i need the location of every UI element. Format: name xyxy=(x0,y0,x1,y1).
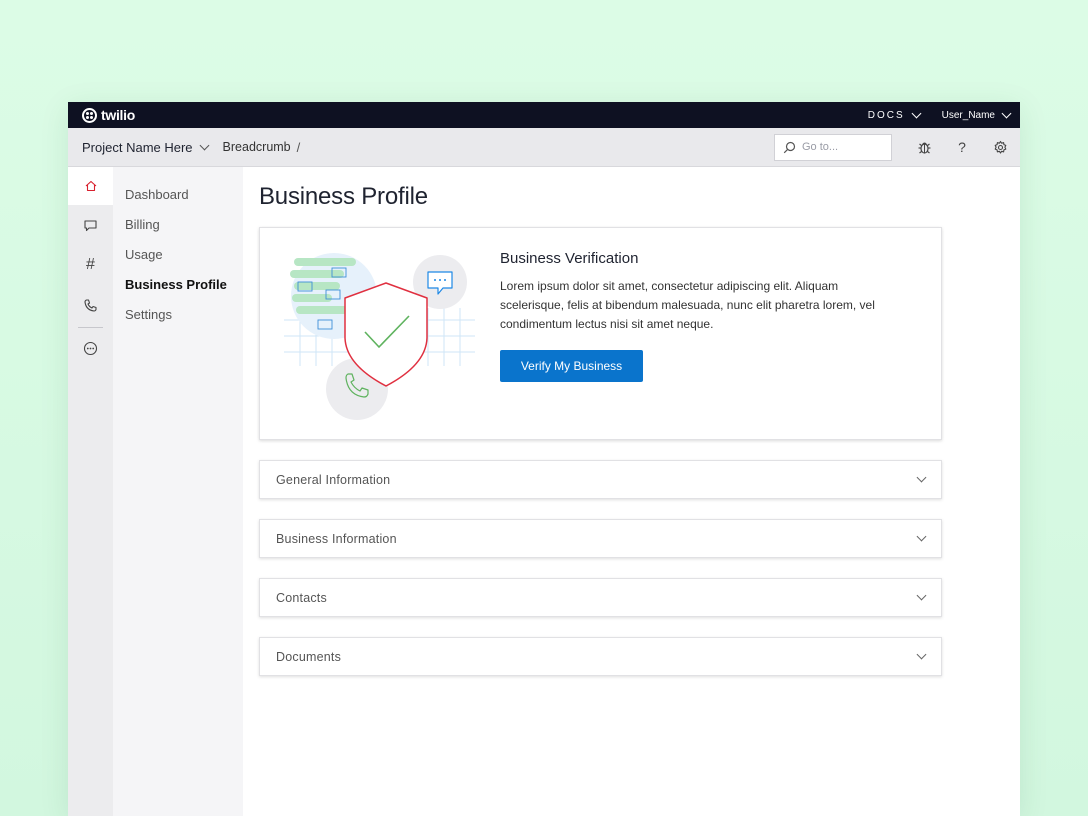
accordion-business-information[interactable]: Business Information xyxy=(259,519,942,558)
subnav-item-billing[interactable]: Billing xyxy=(113,215,243,245)
twilio-logo-icon xyxy=(82,107,97,123)
chevron-down-icon xyxy=(199,140,209,150)
chevron-down-icon xyxy=(916,649,927,660)
verification-title: Business Verification xyxy=(500,250,639,267)
chevron-down-icon xyxy=(916,590,927,601)
goto-search-field[interactable]: Go to... xyxy=(774,133,892,161)
rail-messaging[interactable] xyxy=(68,205,113,245)
rail-numbers[interactable]: # xyxy=(68,245,113,285)
docs-label: DOCS xyxy=(867,109,905,121)
help-icon: ? xyxy=(958,139,966,155)
settings-button[interactable] xyxy=(992,139,1008,155)
rail-home[interactable] xyxy=(68,167,113,205)
home-icon xyxy=(85,180,96,192)
verification-description: Lorem ipsum dolor sit amet, consectetur … xyxy=(500,279,875,331)
user-name: User_Name xyxy=(941,109,995,121)
project-name: Project Name Here xyxy=(82,139,193,155)
shield-check-illustration xyxy=(284,253,475,420)
rail-more[interactable] xyxy=(68,330,113,366)
search-icon xyxy=(783,141,796,153)
accordion-general-information[interactable]: General Information xyxy=(259,460,942,499)
page-title: Business Profile xyxy=(259,183,428,210)
project-selector[interactable]: Project Name Here xyxy=(82,139,209,155)
hash-icon: # xyxy=(86,256,95,273)
rail-voice[interactable] xyxy=(68,285,113,325)
subnav-item-usage[interactable]: Usage xyxy=(113,245,243,275)
accordion-label: Documents xyxy=(276,649,342,664)
app-window: twilio DOCS User_Name Project Name Here … xyxy=(68,102,1020,816)
phone-icon xyxy=(84,298,97,312)
subnav-item-business-profile[interactable]: Business Profile xyxy=(113,275,243,305)
accordion-label: Contacts xyxy=(276,590,327,605)
brand-name: twilio xyxy=(101,107,135,123)
debugger-button[interactable] xyxy=(916,139,932,155)
main-content: Business Profile Business Verification L… xyxy=(243,167,1020,816)
sub-navigation: Dashboard Billing Usage Business Profile… xyxy=(113,167,243,816)
breadcrumb-separator: / xyxy=(296,139,301,155)
verification-card: Business Verification Lorem ipsum dolor … xyxy=(259,227,942,440)
breadcrumb-bar: Project Name Here Breadcrumb / Go to... xyxy=(68,128,1020,167)
chevron-down-icon xyxy=(916,531,927,542)
rail-divider xyxy=(78,327,103,328)
chevron-down-icon xyxy=(916,472,927,483)
verification-content: Business Verification Lorem ipsum dolor … xyxy=(500,228,890,439)
goto-placeholder: Go to... xyxy=(802,141,839,153)
accordion-label: Business Information xyxy=(276,531,397,546)
subnav-item-dashboard[interactable]: Dashboard xyxy=(113,185,243,215)
accordion-contacts[interactable]: Contacts xyxy=(259,578,942,617)
icon-rail: # xyxy=(68,167,113,816)
verify-business-button[interactable]: Verify My Business xyxy=(500,350,643,382)
more-icon xyxy=(83,341,98,355)
breadcrumb-link[interactable]: Breadcrumb xyxy=(223,140,291,154)
subnav-item-settings[interactable]: Settings xyxy=(113,305,243,335)
top-bar: twilio DOCS User_Name xyxy=(68,102,1020,128)
twilio-logo[interactable]: twilio xyxy=(82,107,135,123)
chevron-down-icon xyxy=(911,108,922,118)
docs-menu[interactable]: DOCS xyxy=(867,108,922,121)
chat-icon xyxy=(84,219,97,231)
help-button[interactable]: ? xyxy=(954,139,970,155)
accordion-label: General Information xyxy=(276,472,391,487)
chevron-down-icon xyxy=(1001,108,1012,118)
bug-icon xyxy=(918,141,930,154)
user-menu[interactable]: User_Name xyxy=(941,108,1012,121)
gear-icon xyxy=(994,140,1006,154)
verification-illustration xyxy=(260,228,500,439)
accordion-documents[interactable]: Documents xyxy=(259,637,942,676)
